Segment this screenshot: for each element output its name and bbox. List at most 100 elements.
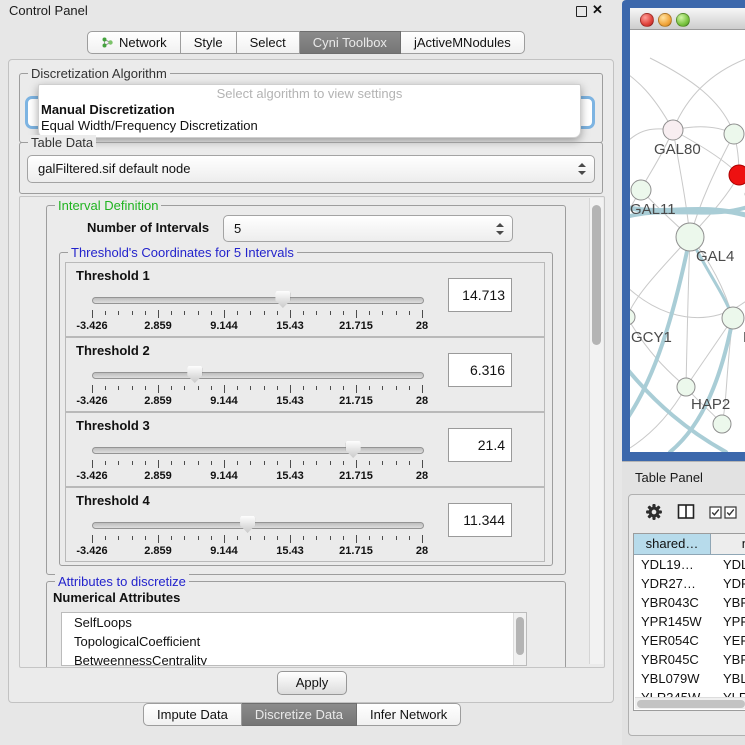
- slider-track[interactable]: [92, 447, 424, 454]
- network-node[interactable]: [676, 223, 704, 251]
- table-row[interactable]: YBR045CYBR0: [634, 650, 745, 669]
- tab-cyni-toolbox[interactable]: Cyni Toolbox: [300, 31, 401, 54]
- cell-name[interactable]: YBR0: [717, 650, 745, 669]
- network-window-titlebar[interactable]: [630, 8, 745, 30]
- number-of-intervals-label: Number of Intervals: [87, 220, 209, 235]
- slider-thumb[interactable]: [275, 291, 290, 308]
- numerical-attributes-list[interactable]: SelfLoopsTopologicalCoefficientBetweenne…: [61, 612, 527, 666]
- slider-thumb[interactable]: [240, 516, 255, 533]
- tab-impute-data[interactable]: Impute Data: [143, 703, 242, 726]
- float-window-icon[interactable]: [576, 6, 587, 17]
- table-row[interactable]: YDR27…YDR2: [634, 574, 745, 593]
- cell-shared-name[interactable]: YPR145W: [634, 612, 717, 631]
- algorithm-option-equal-width[interactable]: Equal Width/Frequency Discretization: [39, 118, 580, 134]
- cell-shared-name[interactable]: YDR27…: [634, 574, 717, 593]
- threshold-slider[interactable]: -3.4262.8599.14415.4321.71528: [92, 292, 422, 332]
- network-node[interactable]: [722, 307, 744, 329]
- table-row[interactable]: YER054CYER0: [634, 631, 745, 650]
- network-window-frame[interactable]: GAL80GCGAL11GAL4GCY1HHAP2: [622, 0, 745, 461]
- threshold-value-field[interactable]: 21.4: [448, 428, 512, 462]
- network-node[interactable]: [677, 378, 695, 396]
- attribute-item[interactable]: SelfLoops: [62, 613, 526, 632]
- column-header-shared-name[interactable]: shared…: [634, 534, 711, 554]
- threshold-value-field[interactable]: 14.713: [448, 278, 512, 312]
- tick-mark: [303, 461, 304, 465]
- threshold-value-field[interactable]: 11.344: [448, 503, 512, 537]
- table-row[interactable]: YDL19…YDL1: [634, 555, 745, 574]
- threshold-slider[interactable]: -3.4262.8599.14415.4321.71528: [92, 367, 422, 407]
- column-layout-icon[interactable]: [677, 503, 695, 520]
- algorithm-option-manual[interactable]: Manual Discretization: [39, 102, 580, 118]
- slider-track[interactable]: [92, 297, 424, 304]
- table-row[interactable]: YPR145WYPR1: [634, 612, 745, 631]
- algorithm-dropdown-popup: Select algorithm to view settings Manual…: [38, 84, 581, 138]
- number-of-intervals-combobox[interactable]: 5: [223, 215, 513, 242]
- slider-track[interactable]: [92, 522, 424, 529]
- column-header-name[interactable]: n…: [711, 534, 745, 554]
- tab-jactivemnodules[interactable]: jActiveMNodules: [401, 31, 525, 54]
- tick-mark: [303, 536, 304, 540]
- close-icon[interactable]: ✕: [592, 2, 603, 18]
- tick-mark: [132, 536, 133, 540]
- scale-label: 21.715: [339, 470, 373, 482]
- threshold-label: Threshold 2: [76, 343, 150, 358]
- cell-name[interactable]: YER0: [717, 631, 745, 650]
- cell-name[interactable]: YPR1: [717, 612, 745, 631]
- table-data-combobox[interactable]: galFiltered.sif default node: [27, 155, 595, 183]
- network-node[interactable]: [630, 309, 635, 325]
- network-node[interactable]: [713, 415, 731, 433]
- threshold-slider[interactable]: -3.4262.8599.14415.4321.71528: [92, 442, 422, 482]
- thresholds-group-title: Threshold's Coordinates for 5 Intervals: [68, 245, 297, 260]
- checkbox-checked-icon[interactable]: [724, 506, 737, 519]
- apply-button[interactable]: Apply: [277, 671, 347, 695]
- table-row[interactable]: YBL079WYBL0: [634, 669, 745, 688]
- gear-icon[interactable]: [645, 503, 663, 521]
- attribute-item[interactable]: BetweennessCentrality: [62, 651, 526, 666]
- zoom-traffic-light[interactable]: [676, 13, 690, 27]
- tick-mark: [277, 461, 278, 465]
- tab-discretize-data[interactable]: Discretize Data: [242, 703, 357, 726]
- algorithm-placeholder: Select algorithm to view settings: [39, 85, 580, 102]
- cell-shared-name[interactable]: YER054C: [634, 631, 717, 650]
- slider-scale: -3.4262.8599.14415.4321.71528: [92, 320, 422, 332]
- interval-definition-title: Interval Definition: [55, 198, 161, 213]
- slider-thumb[interactable]: [187, 366, 202, 383]
- tab-network[interactable]: Network: [87, 31, 181, 54]
- network-graph[interactable]: GAL80GCGAL11GAL4GCY1HHAP2: [630, 30, 745, 452]
- attributes-scrollbar[interactable]: [513, 613, 526, 665]
- cell-shared-name[interactable]: YBR043C: [634, 593, 717, 612]
- tab-select[interactable]: Select: [237, 31, 300, 54]
- slider-track[interactable]: [92, 372, 424, 379]
- control-panel: Control Panel ✕ Network Style Select Cyn…: [0, 0, 620, 745]
- network-node[interactable]: [631, 180, 651, 200]
- network-node[interactable]: [729, 165, 745, 185]
- table-horizontal-scrollbar[interactable]: [635, 697, 745, 709]
- threshold-slider[interactable]: -3.4262.8599.14415.4321.71528: [92, 517, 422, 557]
- attribute-item[interactable]: TopologicalCoefficient: [62, 632, 526, 651]
- minimize-traffic-light[interactable]: [658, 13, 672, 27]
- settings-vertical-scrollbar[interactable]: [589, 198, 603, 664]
- slider-thumb[interactable]: [346, 441, 361, 458]
- cell-name[interactable]: YDL1: [717, 555, 745, 574]
- tick-mark: [132, 386, 133, 390]
- tab-infer-network[interactable]: Infer Network: [357, 703, 461, 726]
- cell-shared-name[interactable]: YBR045C: [634, 650, 717, 669]
- network-node[interactable]: [663, 120, 683, 140]
- table-row[interactable]: YBR043CYBR0: [634, 593, 745, 612]
- cell-shared-name[interactable]: YBL079W: [634, 669, 717, 688]
- tick-mark: [92, 310, 93, 318]
- cell-name[interactable]: YBL0: [717, 669, 745, 688]
- network-node[interactable]: [724, 124, 744, 144]
- tick-mark: [198, 311, 199, 315]
- tick-mark: [184, 311, 185, 315]
- cell-name[interactable]: YBR0: [717, 593, 745, 612]
- tab-style[interactable]: Style: [181, 31, 237, 54]
- tick-mark: [290, 535, 291, 543]
- tick-mark: [290, 460, 291, 468]
- checkbox-checked-icon[interactable]: [709, 506, 722, 519]
- cell-name[interactable]: YDR2: [717, 574, 745, 593]
- tick-mark: [343, 536, 344, 540]
- close-traffic-light[interactable]: [640, 13, 654, 27]
- threshold-value-field[interactable]: 6.316: [448, 353, 512, 387]
- cell-shared-name[interactable]: YDL19…: [634, 555, 717, 574]
